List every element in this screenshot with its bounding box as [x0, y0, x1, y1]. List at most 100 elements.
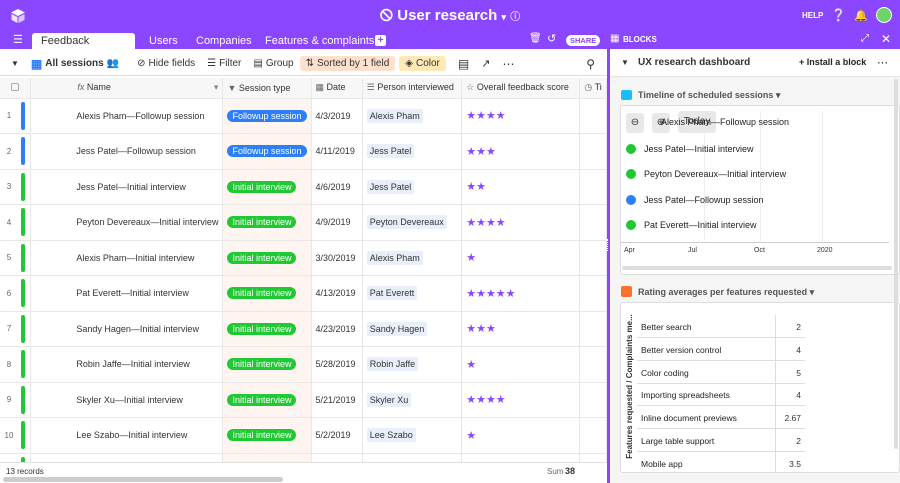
cell-name[interactable]: Robin Jaffe—Initial interview	[30, 346, 224, 383]
rating-stars[interactable]: ★	[466, 359, 476, 371]
horizontal-scrollbar[interactable]	[3, 477, 283, 482]
bell-icon[interactable]: 🔔	[854, 9, 868, 22]
cell-time[interactable]	[579, 311, 607, 347]
cell-time[interactable]	[579, 275, 607, 312]
rating-stars[interactable]: ★★★★	[466, 394, 505, 406]
more-options-icon[interactable]: ⋯	[877, 56, 888, 69]
table-row[interactable]: 2 Jess Patel—Followup session Followup ses…	[0, 133, 607, 170]
more-options-icon[interactable]: ⋯	[496, 55, 520, 73]
cell-time[interactable]	[579, 169, 607, 205]
tab-users[interactable]: Users	[142, 33, 185, 49]
timeline-event[interactable]: Alexis Pham—Followup session	[661, 117, 789, 127]
timeline-event[interactable]: Pat Everett—Initial interview	[626, 220, 757, 230]
cell-time[interactable]	[579, 453, 607, 462]
cell-rating[interactable]: ★★★★	[461, 204, 581, 241]
row-number-cell[interactable]: 1	[0, 98, 32, 134]
cell-rating[interactable]: ★	[461, 346, 581, 383]
linked-record-chip[interactable]: Sandy Hagen	[366, 321, 428, 336]
row-number-cell[interactable]: 6	[0, 275, 32, 312]
linked-record-chip[interactable]: Robin Jaffe	[366, 357, 419, 372]
tab-feedback-sessions[interactable]: Feedback sessions ▾	[32, 33, 135, 63]
cell-session-type[interactable]: Initial interview	[222, 346, 312, 383]
rating-stars[interactable]: ★★★★	[466, 110, 505, 122]
row-number-cell[interactable]: 8	[0, 346, 32, 383]
cell-name[interactable]: Skyler Xu—Initial interview	[30, 382, 224, 418]
row-number-cell[interactable]: 9	[0, 382, 32, 418]
row-number-cell[interactable]: 4	[0, 204, 32, 241]
cell-session-type[interactable]: Followup session	[222, 98, 312, 134]
filter-button[interactable]: ☰ Filter	[201, 56, 247, 71]
cell-name[interactable]: Peyton Devereaux—Initial interview	[30, 204, 224, 241]
cell-person[interactable]: Robin Jaffe	[362, 346, 463, 383]
ratings-title[interactable]: Rating averages per features requested ▾	[638, 287, 814, 298]
cell-date[interactable]: 5/21/2019	[311, 382, 363, 418]
cell-person[interactable]: Jess Patel	[362, 169, 463, 205]
cell-name[interactable]: Jess Patel—Followup session	[30, 133, 224, 170]
blocks-label[interactable]: BLOCKS	[623, 35, 657, 44]
cell-person[interactable]: Jess Patel	[362, 133, 463, 170]
cell-session-type[interactable]: Initial interview	[222, 169, 312, 205]
cell-rating[interactable]: ★★★	[461, 133, 581, 170]
linked-record-chip[interactable]: Jess Patel	[366, 144, 415, 159]
cell-date[interactable]: 5/24/2019	[311, 453, 363, 462]
table-row[interactable]: 11Quinn Nguyen—Initial interviewInitial …	[0, 453, 607, 462]
table-row[interactable]: 7 Sandy Hagen—Initial interview Initial in…	[0, 311, 607, 347]
cell-session-type[interactable]: Initial interview	[222, 275, 312, 312]
panel-scrollbar[interactable]	[894, 79, 898, 449]
home-logo-icon[interactable]	[10, 8, 26, 24]
linked-record-chip[interactable]: Jess Patel	[366, 179, 415, 194]
view-switcher[interactable]: ▦ All sessions 👥	[25, 55, 125, 73]
cell-rating[interactable]: ★★★	[461, 311, 581, 347]
cell-person[interactable]: Peyton Devereaux	[362, 204, 463, 241]
chevron-down-icon[interactable]: ▾	[214, 82, 219, 93]
trash-icon[interactable]: 🗑	[529, 33, 542, 44]
table-row[interactable]: 6 Pat Everett—Initial interview Initial in…	[0, 275, 607, 312]
install-block-button[interactable]: + Install a block	[799, 57, 866, 67]
column-header-date[interactable]: ▦ Date	[311, 78, 363, 99]
cell-date[interactable]: 3/30/2019	[311, 240, 363, 276]
share-button[interactable]: SHARE	[566, 35, 601, 46]
cell-person[interactable]: Pat Everett	[362, 275, 463, 312]
cell-date[interactable]: 4/9/2019	[311, 204, 363, 241]
cell-date[interactable]: 5/28/2019	[311, 346, 363, 383]
table-row[interactable]: 3 Jess Patel—Initial interview Initial int…	[0, 169, 607, 205]
timeline-event[interactable]: Jess Patel—Initial interview	[626, 144, 754, 154]
row-number-cell[interactable]: 5	[0, 240, 32, 276]
cell-person[interactable]: Quinn Nguyen	[362, 453, 463, 462]
rating-stars[interactable]: ★★	[466, 181, 486, 193]
cell-date[interactable]: 4/23/2019	[311, 311, 363, 347]
rating-stars[interactable]: ★★★	[466, 323, 496, 335]
table-row[interactable]: 9 Skyler Xu—Initial interview Initial inte…	[0, 382, 607, 418]
menu-icon[interactable]: ☰	[13, 33, 23, 46]
column-header-session-type[interactable]: ▼ Session type	[222, 78, 312, 99]
column-header-person[interactable]: ☰ Person interviewed	[362, 78, 463, 99]
rating-stars[interactable]: ★	[466, 430, 476, 442]
column-header-name[interactable]: fx Name ▾	[30, 78, 224, 99]
cell-time[interactable]	[579, 133, 607, 170]
cell-name[interactable]: Sandy Hagen—Initial interview	[30, 311, 224, 347]
share-view-icon[interactable]: ↗	[475, 55, 496, 72]
rating-stars[interactable]: ★★★★	[466, 217, 505, 229]
cell-session-type[interactable]: Initial interview	[222, 417, 312, 454]
cell-time[interactable]	[579, 417, 607, 454]
row-number-cell[interactable]: 10	[0, 417, 32, 454]
table-row[interactable]: 10 Lee Szabo—Initial interview Initial int…	[0, 417, 607, 454]
cell-date[interactable]: 4/6/2019	[311, 169, 363, 205]
cell-name[interactable]: Lee Szabo—Initial interview	[30, 417, 224, 454]
cell-session-type[interactable]: Initial interview	[222, 204, 312, 241]
row-number-cell[interactable]: 2	[0, 133, 32, 170]
cell-session-type[interactable]: Initial interview	[222, 311, 312, 347]
help-button[interactable]: HELP	[802, 11, 823, 20]
cell-person[interactable]: Sandy Hagen	[362, 311, 463, 347]
cell-rating[interactable]: ★★★★★	[461, 275, 581, 312]
sum-label[interactable]: Sum	[547, 467, 563, 476]
cell-time[interactable]	[579, 204, 607, 241]
cell-rating[interactable]: ★★★★	[461, 98, 581, 134]
linked-record-chip[interactable]: Lee Szabo	[366, 428, 416, 443]
cell-session-type[interactable]: Initial interview	[222, 382, 312, 418]
views-toggle-icon[interactable]: ▼	[0, 57, 25, 70]
add-table-button[interactable]: +	[375, 35, 386, 46]
table-row[interactable]: 5 Alexis Pham—Initial interview Initial in…	[0, 240, 607, 276]
cell-time[interactable]	[579, 346, 607, 383]
base-title[interactable]: 🛇 User research ▾ ⓘ	[380, 7, 520, 24]
